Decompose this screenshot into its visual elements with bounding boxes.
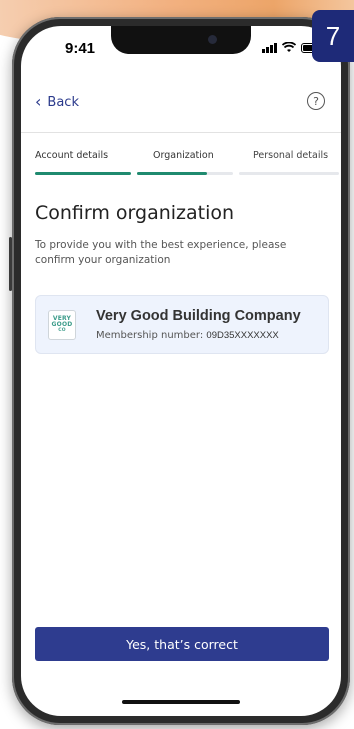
home-indicator [122,700,240,704]
progress-tabs: Account details Organization Personal de… [35,150,341,184]
organization-logo: VERY GOOD CO [48,310,76,340]
tab-account-details: Account details [35,150,133,175]
membership-number: 09D35XXXXXXX [206,330,279,341]
phone-screen: 9:41 ‹ Back ? Account details Organizati… [21,26,341,716]
tab-progress-bar [137,172,207,175]
tab-progress-bar-track [239,172,339,175]
tab-progress-bar [35,172,131,175]
top-nav: ‹ Back ? [35,90,327,116]
status-bar: 9:41 [21,40,341,62]
step-badge: 7 [312,10,354,62]
signal-icon [262,42,277,53]
phone-frame: 9:41 ‹ Back ? Account details Organizati… [9,17,350,725]
tab-label: Organization [153,150,214,161]
page-subtitle: To provide you with the best experience,… [35,239,287,266]
confirm-button[interactable]: Yes, that’s correct [35,627,329,661]
status-time: 9:41 [65,40,96,57]
organization-card[interactable]: VERY GOOD CO Very Good Building Company … [35,295,329,354]
membership-label: Membership number: [96,330,204,341]
membership-info: Membership number: 09D35XXXXXXX [96,330,279,341]
tab-organization: Organization [137,150,235,175]
wifi-icon [282,42,296,52]
volume-button [9,237,12,291]
organization-name: Very Good Building Company [96,308,301,324]
tab-personal-details: Personal details [239,150,341,175]
page-title: Confirm organization [35,202,235,224]
tab-label: Account details [35,150,109,161]
chevron-left-icon: ‹ [35,92,42,111]
back-button[interactable]: ‹ Back [35,94,79,110]
help-icon[interactable]: ? [307,92,325,110]
back-label: Back [47,94,79,110]
tab-label: Personal details [253,150,329,161]
nav-divider [21,132,341,133]
